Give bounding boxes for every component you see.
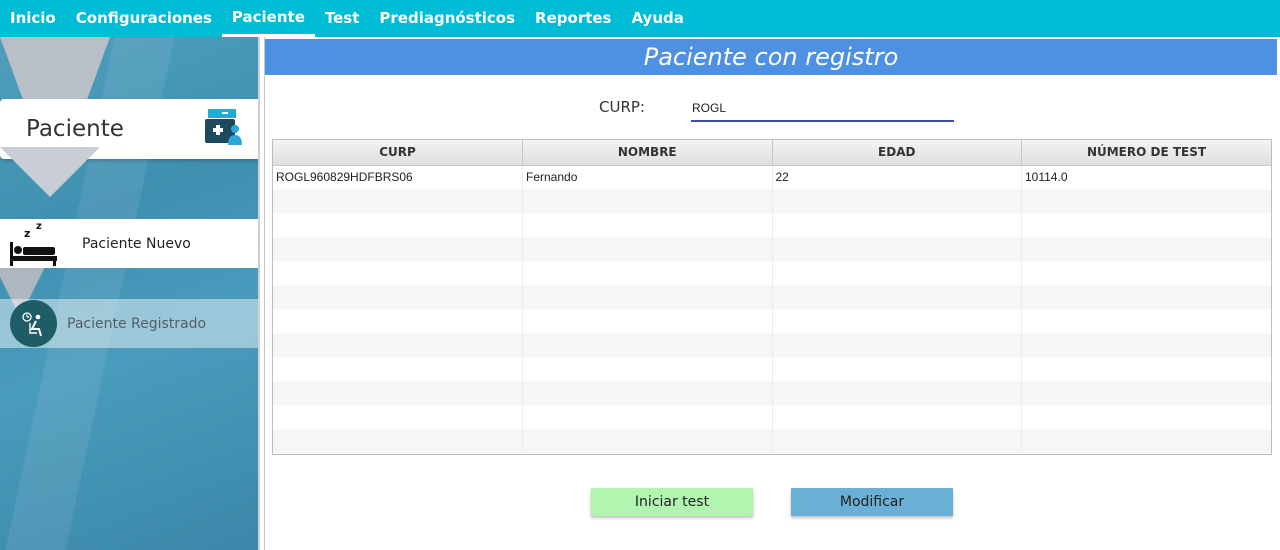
menu-item-paciente[interactable]: Paciente (221, 0, 315, 37)
sidebar-item-label: Paciente Registrado (67, 315, 207, 332)
sidebar-item-paciente-nuevo[interactable]: z z Paciente Nuevo (0, 219, 258, 268)
sidebar-title: Paciente (26, 116, 124, 142)
cell-numero-test: 10114.0 (1025, 170, 1068, 185)
column-header-curp[interactable]: CURP (273, 140, 523, 166)
table-row[interactable]: ROGL960829HDFBRS06 Fernando 22 10114.0 (273, 165, 1271, 189)
top-menu-bar: Inicio Configuraciones Paciente Test Pre… (0, 0, 1280, 37)
empty-table-row (273, 237, 1271, 261)
sidebar-item-paciente-registrado[interactable]: Paciente Registrado (0, 299, 258, 348)
menu-item-prediagnosticos[interactable]: Prediagnósticos (369, 0, 525, 35)
menu-item-ayuda[interactable]: Ayuda (621, 0, 693, 35)
empty-table-row (273, 405, 1271, 429)
empty-table-row (273, 429, 1271, 453)
curp-search-input[interactable] (691, 96, 954, 122)
medical-kit-patient-icon (204, 107, 244, 152)
sidebar-decoration (0, 147, 100, 197)
start-test-button[interactable]: Iniciar test (591, 488, 753, 516)
panel-divider[interactable] (258, 37, 265, 550)
empty-table-row (273, 381, 1271, 405)
page-title: Paciente con registro (265, 39, 1277, 75)
menu-item-reportes[interactable]: Reportes (525, 0, 621, 35)
modify-button[interactable]: Modificar (791, 488, 953, 516)
empty-table-row (273, 213, 1271, 237)
empty-table-row (273, 357, 1271, 381)
empty-table-row (273, 309, 1271, 333)
menu-item-test[interactable]: Test (315, 0, 370, 35)
cell-nombre: Fernando (522, 165, 773, 189)
empty-table-row (273, 261, 1271, 285)
svg-text:z: z (36, 221, 42, 232)
curp-label: CURP: (599, 98, 645, 116)
cell-edad: 22 (772, 165, 1022, 189)
patient-waiting-icon (10, 300, 57, 347)
empty-table-row (273, 189, 1271, 213)
column-header-edad[interactable]: EDAD (772, 140, 1022, 166)
patients-table: CURP NOMBRE EDAD NÚMERO DE TEST ROGL9608… (272, 139, 1272, 455)
empty-table-row (273, 333, 1271, 357)
sleeping-bed-icon: z z (8, 220, 58, 268)
sidebar-item-label: Paciente Nuevo (82, 235, 191, 252)
sidebar: Paciente z z Paciente Nuevo Paciente Reg… (0, 37, 258, 550)
table-header-row: CURP NOMBRE EDAD NÚMERO DE TEST (273, 140, 1271, 166)
empty-table-row (273, 285, 1271, 309)
column-header-nombre[interactable]: NOMBRE (522, 140, 773, 166)
cell-curp: ROGL960829HDFBRS06 (273, 165, 523, 189)
menu-item-inicio[interactable]: Inicio (0, 0, 66, 35)
column-header-numero-test[interactable]: NÚMERO DE TEST (1021, 140, 1271, 166)
menu-item-configuraciones[interactable]: Configuraciones (66, 0, 222, 35)
svg-text:z: z (24, 227, 30, 240)
